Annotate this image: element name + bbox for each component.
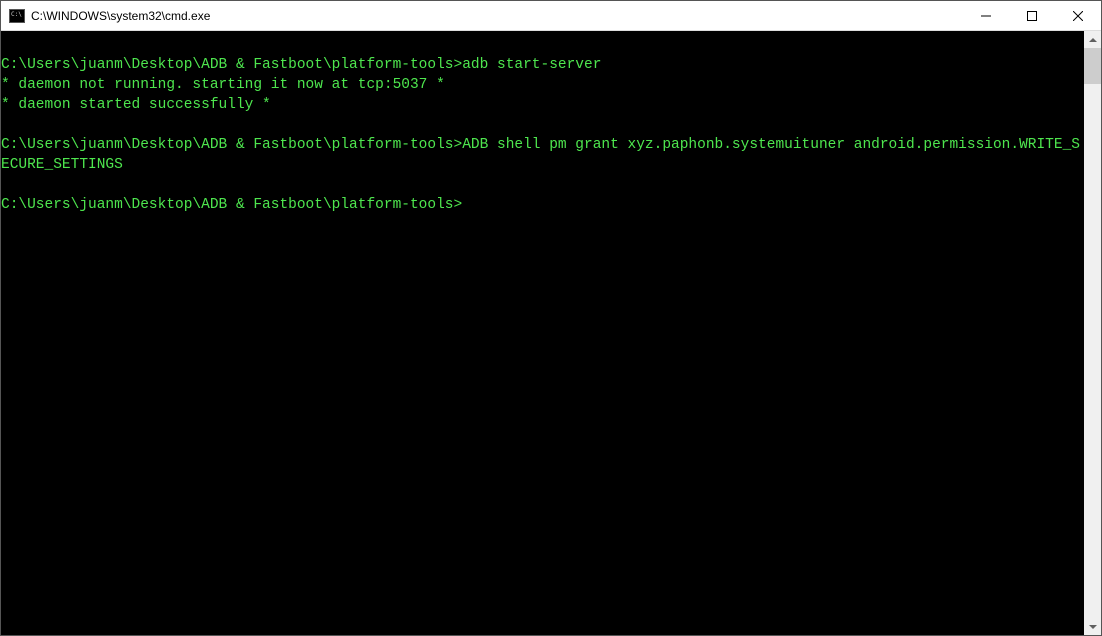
chevron-up-icon bbox=[1089, 38, 1097, 42]
terminal-line: * daemon started successfully * bbox=[1, 95, 1084, 115]
prompt-text: C:\Users\juanm\Desktop\ADB & Fastboot\pl… bbox=[1, 57, 462, 73]
terminal-content[interactable]: C:\Users\juanm\Desktop\ADB & Fastboot\pl… bbox=[1, 31, 1084, 635]
close-icon bbox=[1073, 11, 1083, 21]
prompt-text: C:\Users\juanm\Desktop\ADB & Fastboot\pl… bbox=[1, 197, 462, 213]
minimize-icon bbox=[981, 11, 991, 21]
window-controls bbox=[963, 1, 1101, 30]
maximize-button[interactable] bbox=[1009, 1, 1055, 30]
close-button[interactable] bbox=[1055, 1, 1101, 30]
terminal-line: * daemon not running. starting it now at… bbox=[1, 75, 1084, 95]
terminal-line bbox=[1, 175, 1084, 195]
terminal-line bbox=[1, 115, 1084, 135]
terminal-line: C:\Users\juanm\Desktop\ADB & Fastboot\pl… bbox=[1, 195, 1084, 215]
terminal-area: C:\Users\juanm\Desktop\ADB & Fastboot\pl… bbox=[1, 31, 1101, 635]
vertical-scrollbar[interactable] bbox=[1084, 31, 1101, 635]
terminal-line bbox=[1, 35, 1084, 55]
prompt-text: C:\Users\juanm\Desktop\ADB & Fastboot\pl… bbox=[1, 137, 462, 153]
scrollbar-down-button[interactable] bbox=[1084, 618, 1101, 635]
scrollbar-up-button[interactable] bbox=[1084, 31, 1101, 48]
scrollbar-thumb[interactable] bbox=[1084, 48, 1101, 84]
titlebar[interactable]: C:\WINDOWS\system32\cmd.exe bbox=[1, 1, 1101, 31]
terminal-line: C:\Users\juanm\Desktop\ADB & Fastboot\pl… bbox=[1, 135, 1084, 175]
terminal-line: C:\Users\juanm\Desktop\ADB & Fastboot\pl… bbox=[1, 55, 1084, 75]
cmd-icon bbox=[9, 9, 25, 23]
minimize-button[interactable] bbox=[963, 1, 1009, 30]
maximize-icon bbox=[1027, 11, 1037, 21]
chevron-down-icon bbox=[1089, 625, 1097, 629]
cmd-window: C:\WINDOWS\system32\cmd.exe C:\Users\jua… bbox=[0, 0, 1102, 636]
command-text: adb start-server bbox=[462, 57, 601, 73]
window-title: C:\WINDOWS\system32\cmd.exe bbox=[31, 9, 963, 23]
scrollbar-track[interactable] bbox=[1084, 48, 1101, 618]
